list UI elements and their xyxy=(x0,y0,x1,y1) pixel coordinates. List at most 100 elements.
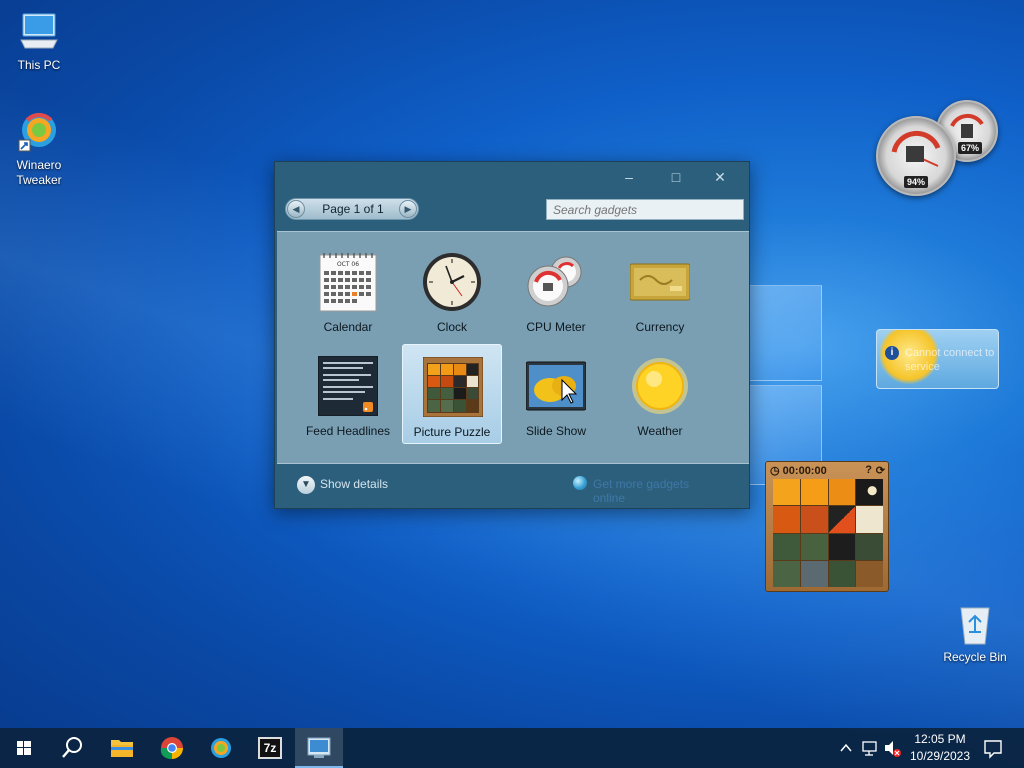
notifications-button[interactable] xyxy=(980,728,1006,768)
slide-show-icon xyxy=(525,356,587,416)
recycle-bin-icon xyxy=(953,602,997,646)
shuffle-icon[interactable]: ⟳ xyxy=(876,464,885,477)
start-icon xyxy=(17,741,31,755)
puzzle-tile[interactable] xyxy=(800,506,828,533)
puzzle-tile[interactable] xyxy=(828,533,856,560)
file-explorer-icon xyxy=(111,740,133,757)
puzzle-tile[interactable] xyxy=(828,479,856,506)
chrome-button[interactable] xyxy=(148,728,196,768)
search-gadgets-input[interactable] xyxy=(546,199,744,220)
gadget-cpu-meter[interactable]: CPU Meter xyxy=(506,240,606,340)
gadget-calendar[interactable]: OCT 06 Calendar xyxy=(298,240,398,340)
gadget-label: Picture Puzzle xyxy=(413,425,491,439)
network-button[interactable] xyxy=(860,728,880,768)
show-hidden-icons-button[interactable] xyxy=(836,728,856,768)
search-icon xyxy=(62,737,82,758)
puzzle-tile[interactable] xyxy=(828,506,856,533)
gadgets-icon xyxy=(307,737,331,758)
search-button[interactable] xyxy=(48,728,96,768)
minimize-button[interactable]: – xyxy=(614,166,644,188)
file-explorer-button[interactable] xyxy=(98,728,146,768)
get-more-gadgets-link[interactable]: Get more gadgets online xyxy=(573,476,723,505)
puzzle-header: ◷ 00:00:00 ? ⟳ xyxy=(770,464,886,478)
puzzle-tile[interactable] xyxy=(773,506,800,533)
puzzle-tile[interactable] xyxy=(856,533,883,560)
previous-page-button[interactable]: ◀ xyxy=(287,200,305,218)
online-link-label: Get more gadgets online xyxy=(593,477,690,505)
winaero-tweaker-button[interactable] xyxy=(197,728,245,768)
puzzle-tile[interactable] xyxy=(856,506,883,533)
puzzle-tile[interactable] xyxy=(773,533,800,560)
chevron-up-icon xyxy=(840,743,852,752)
picture-puzzle-icon xyxy=(422,356,484,418)
chrome-icon xyxy=(160,737,183,760)
desktop-icon-label: Recycle Bin xyxy=(943,650,1007,664)
clock-time: 12:05 PM xyxy=(914,732,966,746)
gadget-label: Feed Headlines xyxy=(305,424,391,438)
show-details-toggle[interactable]: ▼ Show details xyxy=(297,476,388,494)
puzzle-tile[interactable] xyxy=(773,560,800,587)
help-icon[interactable]: ? xyxy=(865,464,872,476)
gadget-label: Weather xyxy=(637,424,683,438)
timer-icon: ◷ xyxy=(770,465,780,477)
globe-icon xyxy=(573,476,587,490)
desktop-icon-winaero-tweaker[interactable]: Winaero Tweaker xyxy=(1,110,77,188)
weather-gadget[interactable]: i Cannot connect to service xyxy=(876,329,999,389)
cpu-meter-icon xyxy=(526,252,586,312)
page-indicator: Page 1 of 1 xyxy=(322,202,384,216)
chevron-down-icon: ▼ xyxy=(297,476,315,494)
cpu-percent: 94% xyxy=(904,176,929,188)
info-icon: i xyxy=(885,346,899,360)
close-button[interactable]: ✕ xyxy=(705,166,735,188)
desktop-icon-label: This PC xyxy=(17,58,61,72)
gadget-grid: OCT 06 Calendar Clock CPU Meter Currency… xyxy=(277,231,749,464)
desktop-icon-recycle-bin[interactable]: Recycle Bin xyxy=(937,602,1013,665)
puzzle-tile[interactable] xyxy=(800,533,828,560)
gadget-label: CPU Meter xyxy=(526,320,586,334)
taskbar: 7z 12:05 PM 10/29/2023 xyxy=(0,728,1024,768)
puzzle-board[interactable] xyxy=(773,479,883,587)
feed-headlines-icon xyxy=(317,355,379,417)
weather-icon xyxy=(630,356,690,416)
puzzle-tile[interactable] xyxy=(856,479,883,506)
gadget-clock[interactable]: Clock xyxy=(402,240,502,340)
puzzle-tile[interactable] xyxy=(800,560,828,587)
memory-percent: 67% xyxy=(958,142,983,154)
puzzle-tile[interactable] xyxy=(828,560,856,587)
winaero-tweaker-icon xyxy=(17,110,61,154)
gadget-label: Currency xyxy=(635,320,685,334)
puzzle-timer: 00:00:00 xyxy=(782,465,827,477)
gadget-weather[interactable]: Weather xyxy=(610,344,710,444)
taskbar-clock[interactable]: 12:05 PM 10/29/2023 xyxy=(902,731,978,765)
gadget-label: Clock xyxy=(436,320,467,334)
gadget-currency[interactable]: Currency xyxy=(610,240,710,340)
gadget-slide-show[interactable]: Slide Show xyxy=(506,344,606,444)
currency-icon xyxy=(629,252,691,312)
next-page-button[interactable]: ▶ xyxy=(399,200,417,218)
picture-puzzle-gadget[interactable]: ◷ 00:00:00 ? ⟳ xyxy=(765,461,889,592)
notification-icon xyxy=(984,740,1002,759)
start-button[interactable] xyxy=(0,728,48,768)
volume-button[interactable] xyxy=(882,728,902,768)
puzzle-tile[interactable] xyxy=(773,479,800,506)
7zip-icon: 7z xyxy=(258,737,282,759)
desktop-icon-this-pc[interactable]: This PC xyxy=(1,10,77,73)
calendar-month: OCT 06 xyxy=(337,261,359,268)
clock-icon xyxy=(422,252,482,312)
gadget-feed-headlines[interactable]: Feed Headlines xyxy=(298,344,398,444)
winaero-tweaker-icon xyxy=(211,738,231,758)
title-bar[interactable]: – □ ✕ xyxy=(275,162,749,192)
gadgets-button[interactable] xyxy=(295,728,343,768)
gadget-label: Calendar xyxy=(323,320,373,334)
gadget-picture-puzzle[interactable]: Picture Puzzle xyxy=(402,344,502,444)
calendar-icon: OCT 06 xyxy=(318,252,378,312)
puzzle-empty-slot[interactable] xyxy=(856,560,883,587)
cpu-meter-gadget[interactable]: 67% 94% xyxy=(870,100,1000,196)
7zip-button[interactable]: 7z xyxy=(246,728,294,768)
volume-muted-icon xyxy=(885,741,901,757)
maximize-button[interactable]: □ xyxy=(661,166,691,188)
puzzle-tile[interactable] xyxy=(800,479,828,506)
page-navigator: ◀ Page 1 of 1 ▶ xyxy=(285,198,419,220)
desktop-icon-label: Winaero Tweaker xyxy=(16,158,62,187)
gadget-gallery-window[interactable]: – □ ✕ ◀ Page 1 of 1 ▶ OCT 06 xyxy=(274,161,750,509)
